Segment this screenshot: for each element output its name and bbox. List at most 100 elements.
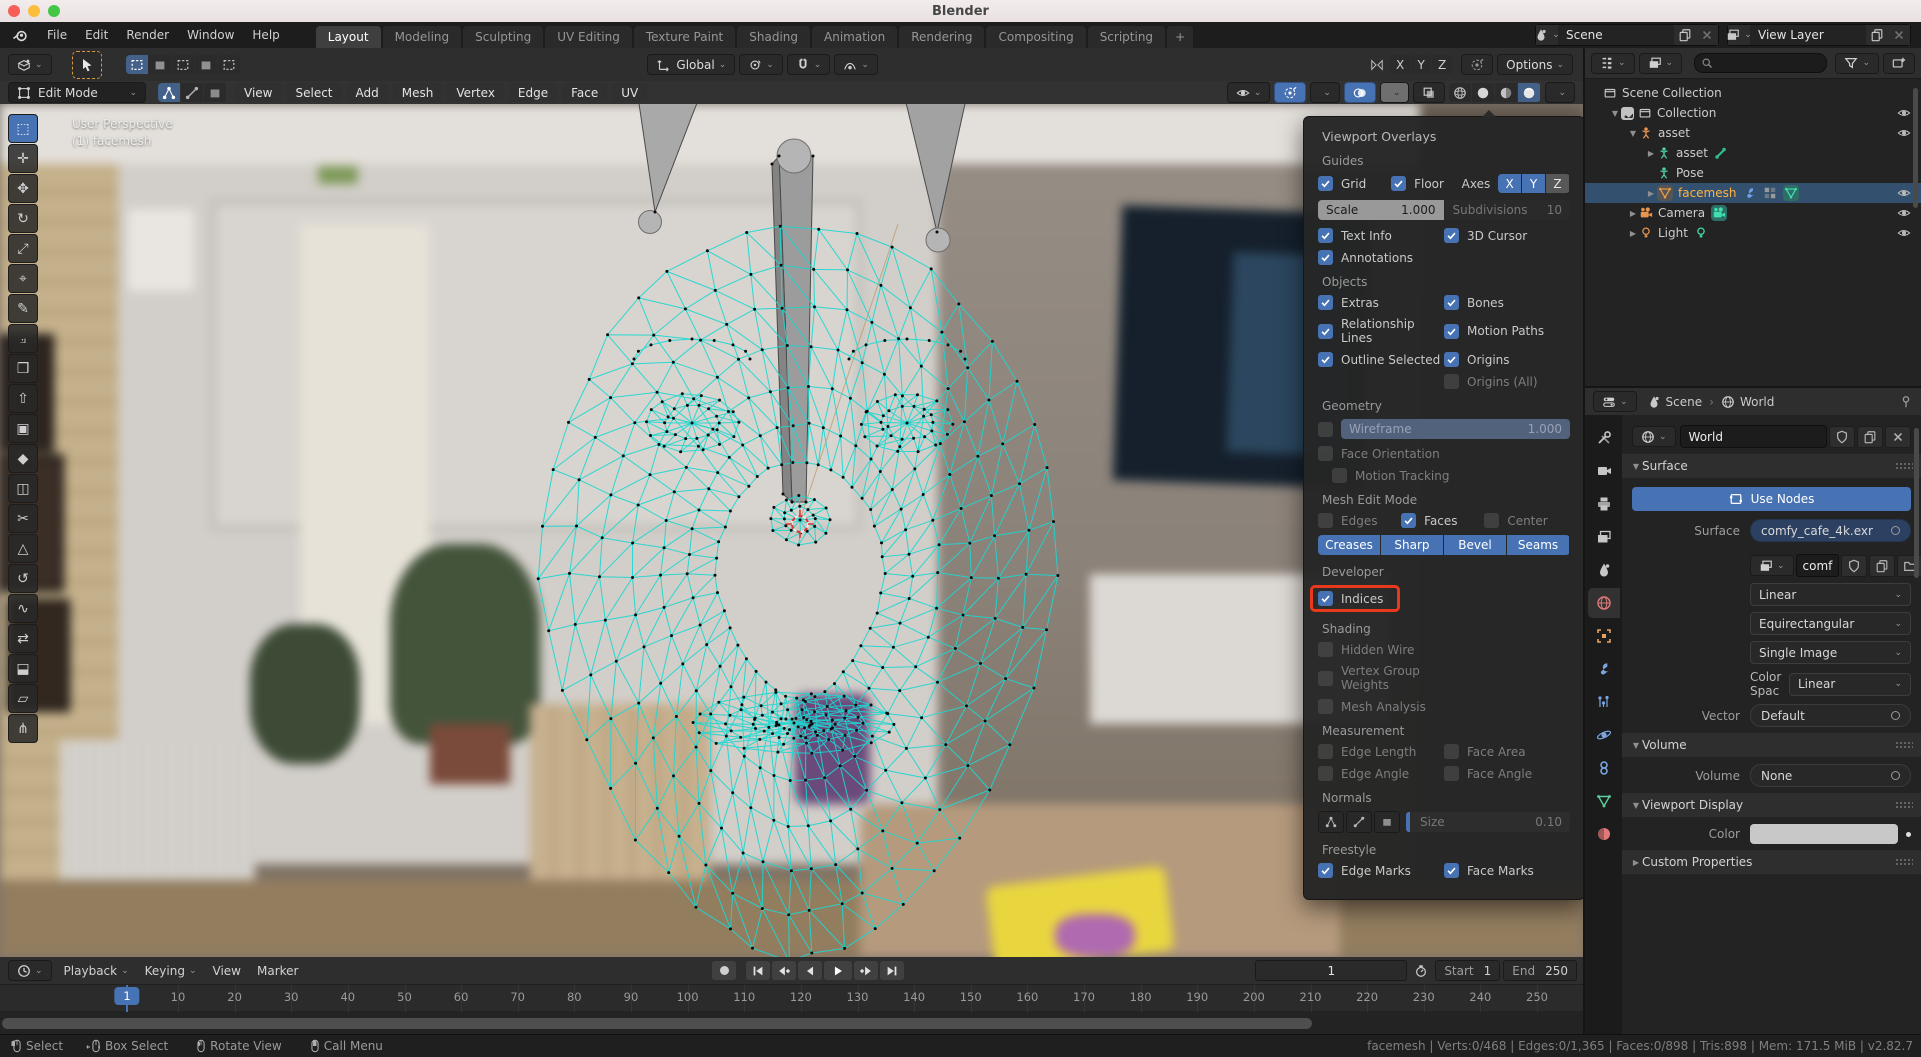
properties-tab-world[interactable]: [1588, 588, 1620, 618]
tool-move[interactable]: ✥: [8, 174, 38, 203]
checkbox-vertex-group-weights[interactable]: [1318, 671, 1333, 686]
viewport-menu-edge[interactable]: Edge: [509, 83, 557, 102]
overlays-toggle[interactable]: [1344, 82, 1376, 103]
frame-start-field[interactable]: Start1: [1435, 960, 1500, 981]
xray-toggle[interactable]: [1413, 82, 1445, 103]
interpolation-dropdown[interactable]: Linear⌄: [1750, 583, 1911, 606]
blender-logo-icon[interactable]: [12, 27, 28, 43]
menu-render[interactable]: Render: [117, 22, 178, 48]
select-invert-button[interactable]: [195, 55, 217, 74]
select-intersect-button[interactable]: [218, 55, 240, 74]
expand-toggle[interactable]: ▶: [1645, 149, 1657, 158]
outliner-row-collection[interactable]: ▼Collection: [1585, 103, 1921, 123]
volume-value-button[interactable]: None: [1750, 764, 1911, 787]
tool-smooth[interactable]: ∿: [8, 594, 38, 623]
add-workspace-button[interactable]: +: [1167, 26, 1193, 48]
checkbox-text-info[interactable]: [1318, 228, 1333, 243]
scene-new-icon[interactable]: [1674, 25, 1696, 45]
new-datablock-button[interactable]: [1857, 426, 1883, 448]
normals-size-slider[interactable]: Size0.10: [1406, 812, 1570, 832]
checkbox-motion-paths[interactable]: [1444, 324, 1459, 339]
checkbox-relationship-lines[interactable]: [1318, 324, 1333, 339]
overlays-dropdown[interactable]: ⌄: [1380, 82, 1410, 103]
checkbox-edge-marks[interactable]: [1318, 863, 1333, 878]
proportional-editing-dropdown[interactable]: ⌄: [834, 54, 878, 75]
select-subtract-button[interactable]: [172, 55, 194, 74]
outliner-display-mode-dropdown[interactable]: ⌄: [1591, 53, 1635, 74]
viewport-menu-view[interactable]: View: [235, 83, 281, 102]
checkbox-edge-length[interactable]: [1318, 744, 1333, 759]
properties-display-dropdown[interactable]: ⌄: [1593, 391, 1637, 412]
properties-tab-scene[interactable]: [1588, 555, 1620, 585]
collection-checkbox[interactable]: [1621, 107, 1634, 120]
pin-icon[interactable]: [1899, 395, 1913, 409]
current-frame-indicator[interactable]: 1: [114, 987, 139, 1005]
properties-tab-particles[interactable]: [1588, 687, 1620, 717]
tab-scripting[interactable]: Scripting: [1088, 26, 1165, 48]
checkbox-outline-selected[interactable]: [1318, 352, 1333, 367]
surface-value-button[interactable]: comfy_cafe_4k.exr: [1750, 519, 1911, 542]
view-layer-selector[interactable]: ⌄ View Layer: [1727, 24, 1911, 46]
image-new-button[interactable]: [1869, 555, 1895, 577]
scene-browse-icon[interactable]: ⌄: [1536, 25, 1558, 45]
outliner-row-pose[interactable]: Pose: [1585, 163, 1921, 183]
timeline-track-area[interactable]: [0, 1012, 1583, 1036]
expand-toggle[interactable]: ▼: [1627, 129, 1639, 138]
breadcrumb-world[interactable]: World: [1740, 395, 1774, 409]
face-select-button[interactable]: [204, 83, 226, 102]
custom-properties-section-header[interactable]: ▶Custom Properties: [1622, 850, 1921, 875]
viewport-menu-vertex[interactable]: Vertex: [447, 83, 504, 102]
snapping-dropdown[interactable]: ⌄: [787, 54, 831, 75]
play-reverse-button[interactable]: [798, 961, 822, 980]
tool-cursor[interactable]: ✛: [8, 144, 38, 173]
checkbox-floor[interactable]: [1391, 176, 1406, 191]
view-layer-name[interactable]: View Layer: [1750, 28, 1866, 42]
snap-target-button[interactable]: [1461, 54, 1493, 75]
jump-to-end-button[interactable]: [880, 961, 904, 980]
use-nodes-button[interactable]: Use Nodes: [1632, 487, 1911, 511]
fake-user-button[interactable]: [1829, 426, 1855, 448]
source-dropdown[interactable]: Single Image⌄: [1750, 641, 1911, 664]
tool-spin[interactable]: ↺: [8, 564, 38, 593]
outliner-row-light[interactable]: ▶Light: [1585, 223, 1921, 243]
outliner-row-asset[interactable]: ▼asset: [1585, 123, 1921, 143]
expand-toggle[interactable]: ▶: [1627, 209, 1639, 218]
shading-material-button[interactable]: [1495, 83, 1517, 102]
subdivisions-slider[interactable]: Subdivisions10: [1445, 200, 1571, 220]
tool-rotate[interactable]: ↻: [8, 204, 38, 233]
checkbox-3d-cursor[interactable]: [1444, 228, 1459, 243]
gizmos-dropdown[interactable]: ⌄: [1310, 82, 1340, 103]
record-button[interactable]: [712, 961, 736, 980]
properties-scrollbar[interactable]: [1914, 428, 1919, 578]
viewport-menu-face[interactable]: Face: [562, 83, 607, 102]
axis-z-toggle[interactable]: Z: [1546, 174, 1569, 193]
timeline-menu-marker[interactable]: Marker: [249, 964, 306, 978]
tab-animation[interactable]: Animation: [812, 26, 897, 48]
properties-tab-physics[interactable]: [1588, 720, 1620, 750]
scene-unlink-icon[interactable]: [1696, 25, 1718, 45]
options-dropdown[interactable]: Options⌄: [1497, 54, 1573, 75]
timeline-editor-type-button[interactable]: ⌄: [8, 960, 52, 981]
current-frame-field[interactable]: 1: [1255, 960, 1407, 981]
tab-rendering[interactable]: Rendering: [899, 26, 984, 48]
checkbox-extras[interactable]: [1318, 295, 1333, 310]
axis-x-toggle[interactable]: X: [1498, 174, 1521, 193]
image-name-field[interactable]: comf: [1796, 554, 1840, 577]
properties-tab-tool[interactable]: [1588, 423, 1620, 453]
viewport-menu-add[interactable]: Add: [347, 83, 388, 102]
checkbox-mesh-analysis[interactable]: [1318, 699, 1333, 714]
tool-bevel[interactable]: ◆: [8, 444, 38, 473]
shading-dropdown[interactable]: ⌄: [1545, 82, 1575, 103]
tool-poly-build[interactable]: △: [8, 534, 38, 563]
toggle-seams[interactable]: Seams: [1507, 535, 1569, 555]
shading-rendered-button[interactable]: [1518, 83, 1540, 102]
display-color-swatch[interactable]: [1750, 824, 1898, 844]
menu-file[interactable]: File: [38, 22, 76, 48]
checkbox-wireframe[interactable]: [1318, 422, 1333, 437]
view-layer-remove-icon[interactable]: [1888, 25, 1910, 45]
hide-in-viewport-toggle[interactable]: [1897, 126, 1911, 140]
select-extend-button[interactable]: [149, 55, 171, 74]
properties-tab-data[interactable]: [1588, 786, 1620, 816]
mirror-z-button[interactable]: Z: [1432, 55, 1452, 74]
tool-add-cube[interactable]: ❒: [8, 354, 38, 383]
